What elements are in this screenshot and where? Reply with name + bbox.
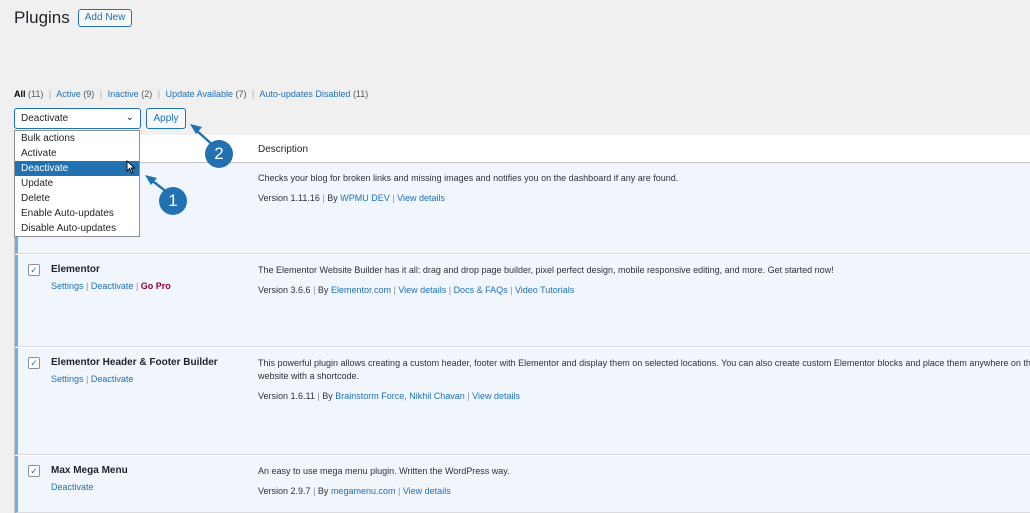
mouse-cursor-icon	[126, 160, 136, 174]
step-badge-2: 2	[205, 140, 233, 168]
annotation-arrows	[145, 124, 217, 197]
step-badge-1: 1	[159, 187, 187, 215]
